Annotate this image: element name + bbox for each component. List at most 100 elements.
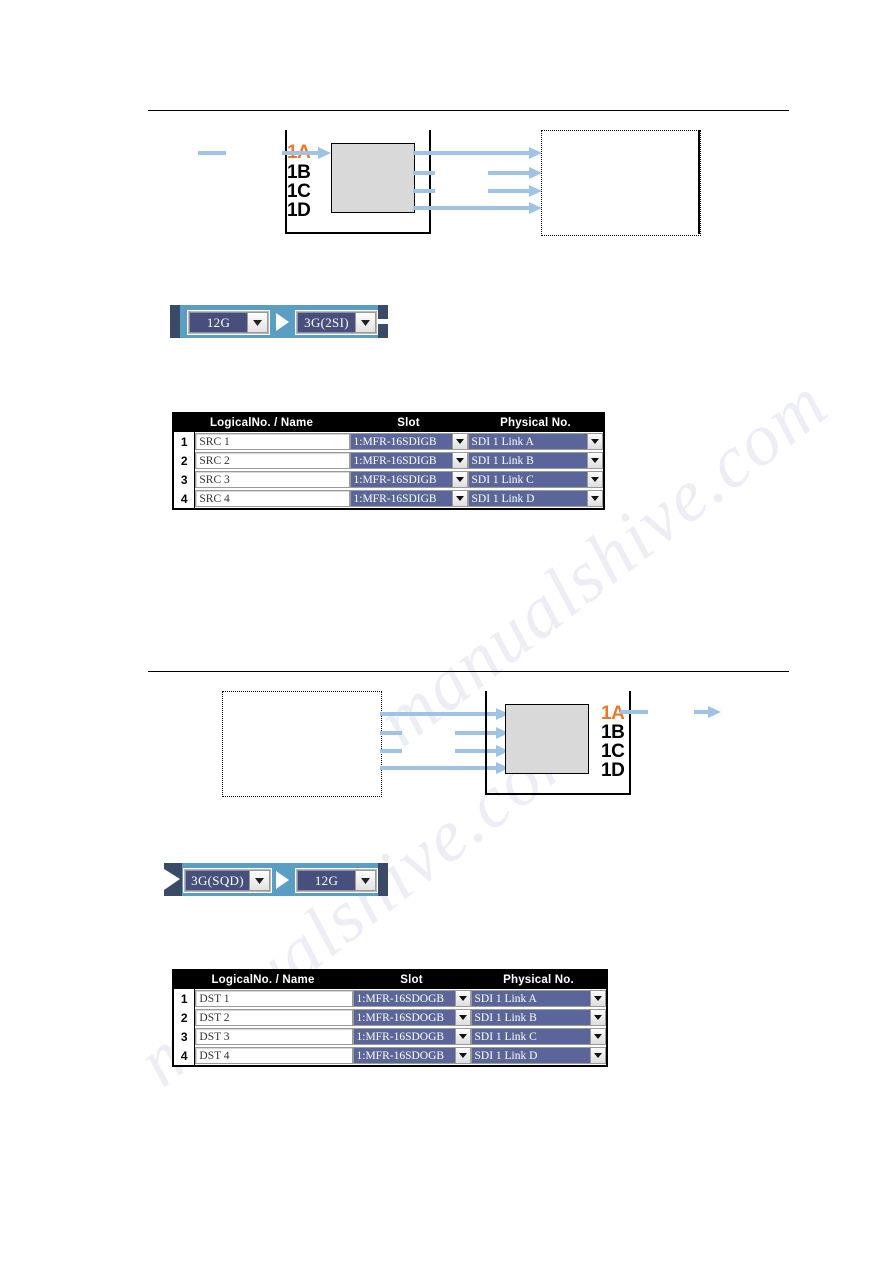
slot-value: 1:MFR-16SDOGB <box>353 1048 455 1063</box>
physical-no-dropdown[interactable]: SDI 1 Link C <box>470 1028 606 1045</box>
port-label-1c: 1C <box>287 181 311 202</box>
physical-no-dropdown[interactable]: SDI 1 Link C <box>467 471 603 488</box>
source-table-body: 1 SRC 1 1:MFR-16SDIGB SDI 1 Link A 2 SRC… <box>174 432 603 508</box>
physical-no-dropdown[interactable]: SDI 1 Link D <box>470 1047 606 1064</box>
output-arrow-row-3 <box>413 185 542 197</box>
chevron-down-icon[interactable] <box>590 991 605 1006</box>
row-number: 3 <box>174 1027 196 1046</box>
chevron-down-icon[interactable] <box>454 1010 470 1025</box>
port-label-1b: 1B <box>601 722 625 743</box>
chevron-down-icon[interactable] <box>587 491 602 506</box>
slot-value: 1:MFR-16SDOGB <box>353 1029 455 1044</box>
row-number: 3 <box>174 470 196 489</box>
input-arrow-1a <box>282 147 331 159</box>
device-frame-left <box>485 691 487 795</box>
slot-dropdown[interactable]: 1:MFR-16SDIGB <box>349 433 468 450</box>
play-triangle-icon <box>276 313 289 331</box>
source-name-input[interactable]: SRC 4 <box>195 490 350 507</box>
row-number: 4 <box>174 1046 196 1065</box>
chevron-down-icon[interactable] <box>451 434 467 449</box>
physical-no-value: SDI 1 Link C <box>471 1029 590 1044</box>
source-name-input[interactable]: SRC 2 <box>195 452 350 469</box>
slot-dropdown[interactable]: 1:MFR-16SDOGB <box>352 1028 471 1045</box>
header-slot: Slot <box>352 971 471 989</box>
slot-value: 1:MFR-16SDOGB <box>353 991 455 1006</box>
chevron-down-icon[interactable] <box>587 472 602 487</box>
target-format-dropdown[interactable]: 3G(2SI) <box>296 311 377 334</box>
source-format-dropdown[interactable]: 3G(SQD) <box>184 869 271 892</box>
target-format-dropdown[interactable]: 12G <box>296 869 377 892</box>
play-triangle-icon <box>276 871 289 889</box>
chevron-down-icon[interactable] <box>451 453 467 468</box>
chevron-down-icon[interactable] <box>454 991 470 1006</box>
slot-dropdown[interactable]: 1:MFR-16SDIGB <box>349 452 468 469</box>
table-row: 1 DST 1 1:MFR-16SDOGB SDI 1 Link A <box>174 989 606 1008</box>
source-name-input[interactable]: SRC 3 <box>195 471 350 488</box>
destination-name-input[interactable]: DST 1 <box>195 990 353 1007</box>
output-arrow-row-2 <box>413 167 542 179</box>
format-conversion-selector-bottom: 3G(SQD) 12G <box>164 863 388 896</box>
physical-no-dropdown[interactable]: SDI 1 Link B <box>470 1009 606 1026</box>
slot-dropdown[interactable]: 1:MFR-16SDIGB <box>349 471 468 488</box>
chevron-down-icon[interactable] <box>587 453 602 468</box>
input-signal-stub <box>198 151 226 155</box>
chevron-down-icon[interactable] <box>590 1048 605 1063</box>
table-row: 2 SRC 2 1:MFR-16SDIGB SDI 1 Link B <box>174 451 603 470</box>
chevron-down-icon[interactable] <box>587 434 602 449</box>
chevron-down-icon[interactable] <box>355 870 376 891</box>
slot-dropdown[interactable]: 1:MFR-16SDOGB <box>352 990 471 1007</box>
physical-no-value: SDI 1 Link B <box>471 1010 590 1025</box>
physical-no-dropdown[interactable]: SDI 1 Link A <box>467 433 603 450</box>
physical-no-dropdown[interactable]: SDI 1 Link D <box>467 490 603 507</box>
output-3g-sqd-to-12g-diagram: 1A 1B 1C 1D <box>0 0 893 797</box>
physical-no-dropdown[interactable]: SDI 1 Link A <box>470 990 606 1007</box>
selector-right-cap <box>378 863 388 896</box>
source-format-value: 3G(SQD) <box>185 870 249 891</box>
slot-dropdown[interactable]: 1:MFR-16SDOGB <box>352 1009 471 1026</box>
destination-table-body: 1 DST 1 1:MFR-16SDOGB SDI 1 Link A 2 DST… <box>174 989 606 1065</box>
source-format-dropdown[interactable]: 12G <box>188 311 269 334</box>
downstream-frame-right <box>698 130 700 234</box>
destination-name-input[interactable]: DST 4 <box>195 1047 353 1064</box>
header-slot: Slot <box>349 414 468 432</box>
port-label-1d: 1D <box>287 200 311 221</box>
row-number: 1 <box>174 432 196 451</box>
chevron-down-icon[interactable] <box>451 491 467 506</box>
device-frame-bottom <box>285 232 431 234</box>
chevron-down-icon[interactable] <box>454 1029 470 1044</box>
document-page: manualshive.com manualshive.com 1A 1B 1C… <box>0 0 893 1263</box>
header-logical-no-name: LogicalNo. / Name <box>174 414 350 432</box>
chevron-down-icon[interactable] <box>451 472 467 487</box>
physical-no-value: SDI 1 Link C <box>468 472 587 487</box>
destination-name-input[interactable]: DST 2 <box>195 1009 353 1026</box>
input-arrow-row-1 <box>380 708 509 720</box>
slot-dropdown[interactable]: 1:MFR-16SDOGB <box>352 1047 471 1064</box>
slot-value: 1:MFR-16SDIGB <box>350 472 452 487</box>
slot-value: 1:MFR-16SDIGB <box>350 434 452 449</box>
chevron-down-icon[interactable] <box>247 312 268 333</box>
input-arrow-row-2 <box>380 727 509 739</box>
target-format-value: 3G(2SI) <box>297 312 355 333</box>
destination-name-input[interactable]: DST 3 <box>195 1028 353 1045</box>
table-row: 1 SRC 1 1:MFR-16SDIGB SDI 1 Link A <box>174 432 603 451</box>
chevron-down-icon[interactable] <box>355 312 376 333</box>
input-arrow-row-3 <box>380 745 509 757</box>
chevron-down-icon[interactable] <box>454 1048 470 1063</box>
physical-no-value: SDI 1 Link D <box>468 491 587 506</box>
slot-dropdown[interactable]: 1:MFR-16SDIGB <box>349 490 468 507</box>
chevron-down-icon[interactable] <box>590 1029 605 1044</box>
source-name-input[interactable]: SRC 1 <box>195 433 350 450</box>
slot-value: 1:MFR-16SDIGB <box>350 453 452 468</box>
chevron-down-icon[interactable] <box>249 870 270 891</box>
physical-no-value: SDI 1 Link B <box>468 453 587 468</box>
slot-value: 1:MFR-16SDOGB <box>353 1010 455 1025</box>
physical-no-dropdown[interactable]: SDI 1 Link B <box>467 452 603 469</box>
chevron-down-icon[interactable] <box>590 1010 605 1025</box>
selector-left-cap <box>170 305 180 338</box>
physical-no-value: SDI 1 Link A <box>468 434 587 449</box>
downstream-output-arrow <box>694 706 721 718</box>
table-row: 3 SRC 3 1:MFR-16SDIGB SDI 1 Link C <box>174 470 603 489</box>
processing-block <box>505 704 589 774</box>
output-arrow-row-4 <box>413 202 542 214</box>
output-arrow-row-1 <box>413 147 542 159</box>
